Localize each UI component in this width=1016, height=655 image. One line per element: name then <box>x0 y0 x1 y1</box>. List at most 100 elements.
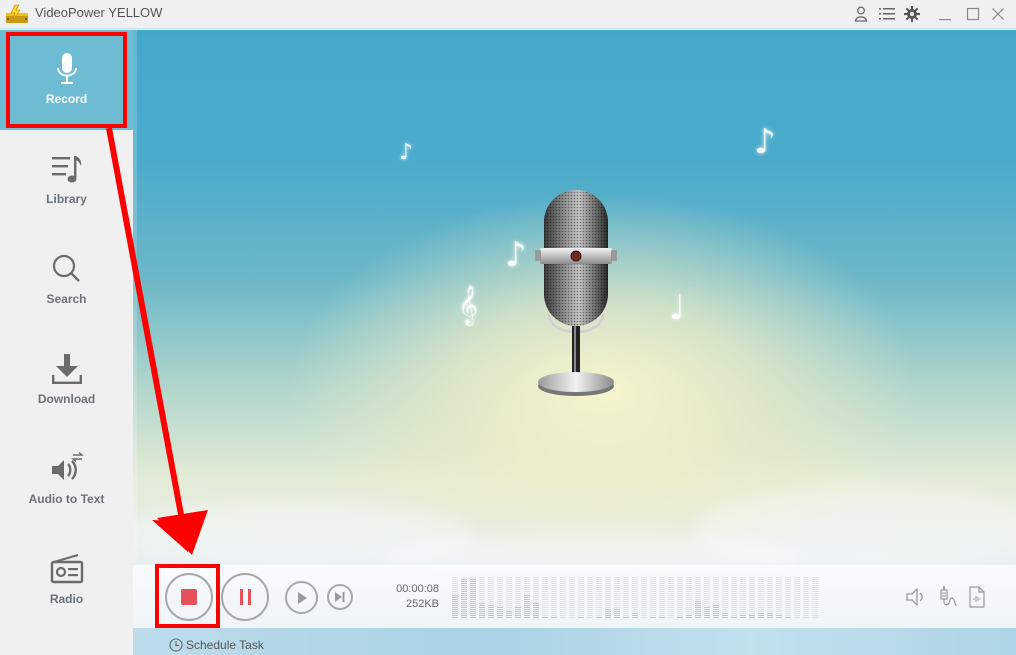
speaker-volume-icon[interactable] <box>905 586 927 608</box>
level-meter-column <box>551 576 557 618</box>
level-meter-segment <box>497 581 503 582</box>
level-meter-segment <box>722 597 728 598</box>
sidebar-item-label: Audio to Text <box>28 492 105 506</box>
level-meter-segment <box>533 617 539 618</box>
level-meter-segment <box>614 607 620 608</box>
level-meter-segment <box>632 597 638 598</box>
level-meter-segment <box>452 583 458 584</box>
level-meter-column <box>596 576 602 618</box>
level-meter-segment <box>614 585 620 586</box>
level-meter-segment <box>542 591 548 592</box>
level-meter-segment <box>524 609 530 610</box>
gear-icon[interactable] <box>902 4 922 24</box>
skip-next-button[interactable] <box>327 584 353 610</box>
level-meter-segment <box>560 587 566 588</box>
maximize-icon[interactable] <box>963 4 983 24</box>
level-meter-segment <box>587 583 593 584</box>
level-meter-segment <box>740 577 746 578</box>
level-meter-segment <box>479 597 485 598</box>
level-meter-segment <box>578 617 584 618</box>
level-meter-segment <box>497 579 503 580</box>
level-meter-segment <box>704 611 710 612</box>
level-meter-segment <box>560 617 566 618</box>
level-meter-segment <box>497 607 503 608</box>
level-meter-segment <box>695 611 701 612</box>
pause-button[interactable] <box>221 573 269 621</box>
level-meter-segment <box>452 615 458 616</box>
sidebar-item-radio[interactable]: Radio <box>0 530 133 630</box>
level-meter-segment <box>785 585 791 586</box>
sidebar-item-record[interactable]: Record <box>0 30 133 130</box>
level-meter-segment <box>551 617 557 618</box>
level-meter-segment <box>560 609 566 610</box>
minimize-icon[interactable] <box>935 4 955 24</box>
level-meter-segment <box>533 591 539 592</box>
level-meter-segment <box>704 583 710 584</box>
level-meter-segment <box>461 585 467 586</box>
level-meter-segment <box>695 617 701 618</box>
level-meter-segment <box>623 617 629 618</box>
level-meter-segment <box>542 585 548 586</box>
sidebar-item-audio-to-text[interactable]: Audio to Text <box>0 430 133 530</box>
level-meter-segment <box>731 605 737 606</box>
level-meter-segment <box>623 597 629 598</box>
microphone-jack-icon[interactable] <box>937 586 959 608</box>
level-meter-segment <box>641 603 647 604</box>
level-meter-segment <box>794 591 800 592</box>
level-meter-segment <box>677 601 683 602</box>
menu-list-icon[interactable] <box>877 4 897 24</box>
level-meter-segment <box>578 609 584 610</box>
level-meter-segment <box>794 595 800 596</box>
level-meter-segment <box>578 607 584 608</box>
level-meter-segment <box>515 589 521 590</box>
level-meter-segment <box>596 581 602 582</box>
level-meter-segment <box>650 601 656 602</box>
stop-record-button[interactable] <box>165 573 213 621</box>
level-meter-segment <box>560 593 566 594</box>
audio-file-icon[interactable] <box>966 586 988 608</box>
level-meter-segment <box>479 617 485 618</box>
level-meter-segment <box>650 613 656 614</box>
level-meter-segment <box>452 611 458 612</box>
sidebar-item-library[interactable]: Library <box>0 130 133 230</box>
level-meter-segment <box>623 615 629 616</box>
level-meter-segment <box>578 581 584 582</box>
level-meter-segment <box>578 587 584 588</box>
speaker-convert-icon <box>50 452 84 486</box>
level-meter-segment <box>668 615 674 616</box>
level-meter-segment <box>650 609 656 610</box>
level-meter-segment <box>641 607 647 608</box>
level-meter-segment <box>722 593 728 594</box>
level-meter-segment <box>497 605 503 606</box>
level-meter-segment <box>677 603 683 604</box>
level-meter-segment <box>668 599 674 600</box>
level-meter-segment <box>578 589 584 590</box>
sidebar-item-download[interactable]: Download <box>0 330 133 430</box>
user-icon[interactable] <box>851 4 871 24</box>
level-meter-segment <box>506 585 512 586</box>
level-meter-segment <box>749 603 755 604</box>
level-meter-segment <box>794 613 800 614</box>
level-meter-segment <box>749 589 755 590</box>
level-meter-segment <box>632 605 638 606</box>
level-meter-segment <box>479 603 485 604</box>
sidebar-item-search[interactable]: Search <box>0 230 133 330</box>
level-meter-segment <box>758 611 764 612</box>
level-meter-segment <box>632 609 638 610</box>
level-meter-segment <box>794 597 800 598</box>
schedule-task-button[interactable]: Schedule Task <box>169 638 264 652</box>
level-meter-segment <box>668 577 674 578</box>
level-meter-segment <box>533 607 539 608</box>
level-meter-segment <box>713 589 719 590</box>
level-meter-segment <box>776 601 782 602</box>
level-meter-segment <box>794 593 800 594</box>
close-icon[interactable] <box>988 4 1008 24</box>
level-meter-segment <box>767 589 773 590</box>
level-meter-column <box>749 576 755 618</box>
level-meter-segment <box>614 603 620 604</box>
level-meter-column <box>767 576 773 618</box>
level-meter-segment <box>515 613 521 614</box>
level-meter-column <box>659 576 665 618</box>
level-meter-segment <box>758 591 764 592</box>
play-button[interactable] <box>285 581 318 614</box>
